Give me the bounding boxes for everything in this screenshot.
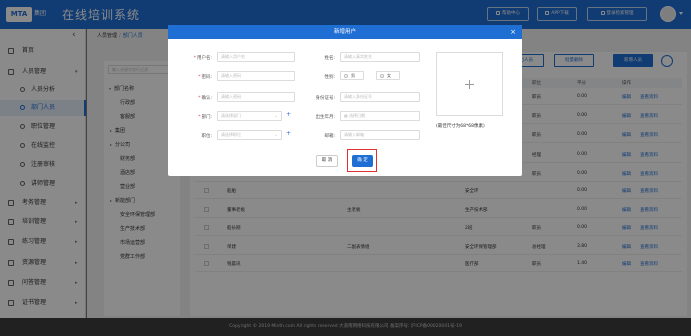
dialog-title: 新增用户 xyxy=(168,25,522,39)
dept-select[interactable]: 请选择部门 ⌄ xyxy=(217,111,282,121)
name-label: 姓名: xyxy=(324,56,335,61)
highlight-box xyxy=(347,149,377,172)
dept-label: *部门: xyxy=(198,115,212,120)
password-label: *密码: xyxy=(198,75,212,80)
chevron-down-icon: ⌄ xyxy=(274,132,278,137)
id-card-input[interactable]: 请输入身份证号 xyxy=(340,92,420,102)
id-card-label: 身份证号: xyxy=(315,96,335,101)
add-dept-icon[interactable]: + xyxy=(286,111,291,118)
name-input[interactable]: 请输入真实姓名 xyxy=(340,52,420,62)
gender-male-radio[interactable]: 男 xyxy=(340,71,364,80)
position-label: 职位: xyxy=(201,134,212,139)
confirm-label: *确认: xyxy=(198,96,212,101)
chevron-down-icon: ⌄ xyxy=(274,113,278,118)
upload-hint: (最佳尺寸为68*68像素) xyxy=(436,124,485,129)
avatar-upload[interactable] xyxy=(436,52,503,116)
close-icon[interactable]: × xyxy=(510,25,516,39)
gender-female-radio[interactable]: 女 xyxy=(376,71,400,80)
username-input[interactable]: 请输入用户名 xyxy=(217,52,295,62)
gender-label: 性别: xyxy=(324,75,335,80)
username-label: *用户名: xyxy=(193,56,212,61)
position-select[interactable]: 请选择职位 ⌄ xyxy=(217,130,282,140)
email-label: 邮箱: xyxy=(324,134,335,139)
add-position-icon[interactable]: + xyxy=(286,130,291,137)
add-user-dialog: 新增用户 × *用户名: 请输入用户名 姓名: 请输入真实姓名 *密码: 请输入… xyxy=(168,25,522,176)
birth-date-input[interactable]: ▦ 选择日期 xyxy=(340,111,420,121)
cancel-button[interactable]: 取 消 xyxy=(316,155,338,167)
birth-label: 出生年月: xyxy=(315,115,335,120)
confirm-password-input[interactable]: 请输入密码 xyxy=(217,92,295,102)
email-input[interactable]: 请输入邮箱 xyxy=(340,130,420,140)
password-input[interactable]: 请输入密码 xyxy=(217,71,295,81)
